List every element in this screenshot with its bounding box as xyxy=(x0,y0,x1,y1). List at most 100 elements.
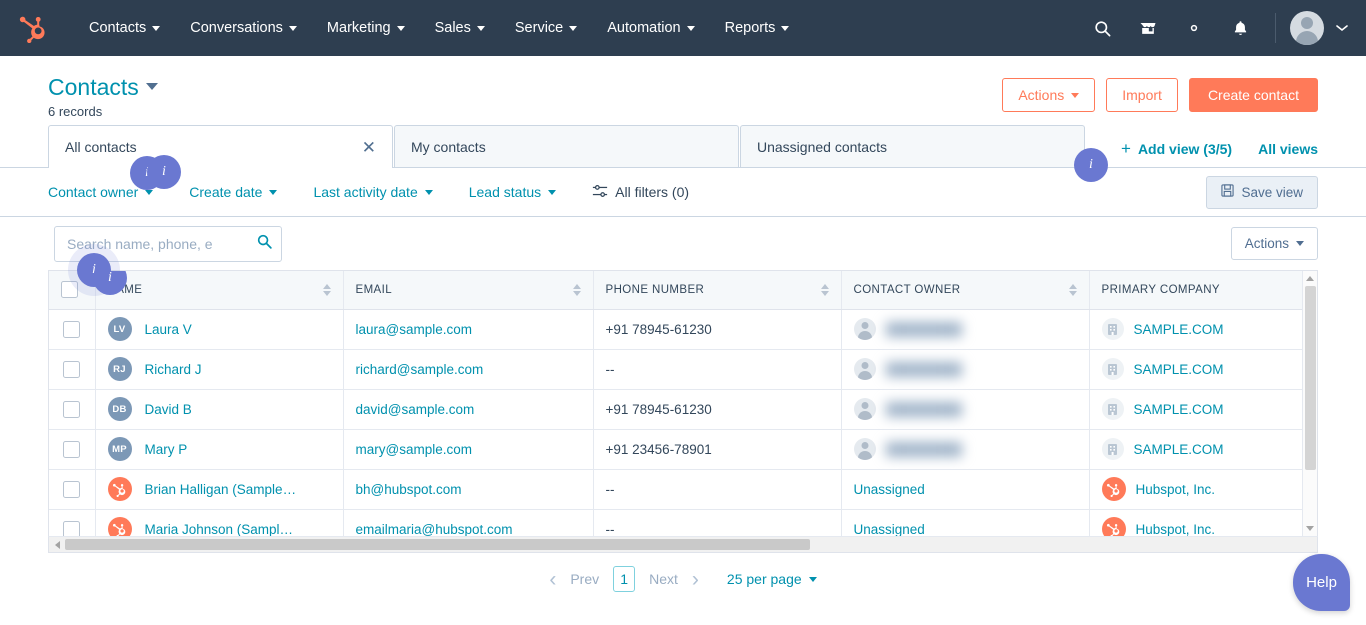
search-icon[interactable] xyxy=(1081,7,1123,49)
table-actions-button[interactable]: Actions xyxy=(1230,227,1318,260)
row-checkbox[interactable] xyxy=(63,360,81,378)
avatar-head xyxy=(1301,17,1313,29)
all-filters-button[interactable]: All filters (0) xyxy=(592,184,689,201)
actions-button[interactable]: Actions xyxy=(1002,78,1096,112)
company-link[interactable]: Hubspot, Inc. xyxy=(1136,522,1216,537)
avatar[interactable] xyxy=(1290,11,1324,45)
contact-email-link[interactable]: david@sample.com xyxy=(356,402,475,417)
table-row[interactable]: RJ Richard J richard@sample.com -- █████… xyxy=(49,349,1312,390)
column-header-phone-number[interactable]: PHONE NUMBER xyxy=(593,271,842,310)
avatar-chevron-down-icon[interactable] xyxy=(1336,19,1348,37)
table-horizontal-scrollbar[interactable] xyxy=(48,536,1318,553)
horizontal-scroll-thumb[interactable] xyxy=(65,539,810,550)
chevron-left-icon[interactable]: ‹ xyxy=(549,569,556,590)
company-link[interactable]: SAMPLE.COM xyxy=(1134,442,1224,457)
nav-item-conversations[interactable]: Conversations xyxy=(175,0,312,56)
contact-email-link[interactable]: richard@sample.com xyxy=(356,362,484,377)
row-checkbox[interactable] xyxy=(63,320,81,338)
chevron-right-icon[interactable]: › xyxy=(692,569,699,590)
hubspot-logo-icon[interactable] xyxy=(18,13,48,44)
filter-last-activity-date[interactable]: Last activity date xyxy=(313,184,433,200)
filter-label: Contact owner xyxy=(48,184,139,200)
info-badge-filters[interactable]: i xyxy=(147,155,181,189)
nav-item-reports[interactable]: Reports xyxy=(710,0,805,56)
nav-item-automation[interactable]: Automation xyxy=(592,0,709,56)
nav-item-marketing[interactable]: Marketing xyxy=(312,0,420,56)
next-page-button[interactable]: Next xyxy=(649,571,678,587)
company-link[interactable]: Hubspot, Inc. xyxy=(1136,482,1216,497)
close-icon[interactable]: ✕ xyxy=(362,139,376,156)
company-link[interactable]: SAMPLE.COM xyxy=(1134,402,1224,417)
scroll-left-arrow-icon[interactable] xyxy=(55,540,60,549)
table-row[interactable]: Maria Johnson (Sampl… emailmaria@hubspot… xyxy=(49,509,1312,537)
all-views-label: All views xyxy=(1258,140,1318,157)
nav-item-label: Sales xyxy=(434,20,471,36)
search-icon[interactable] xyxy=(256,233,273,255)
notifications-bell-icon[interactable] xyxy=(1219,7,1261,49)
view-tab-my-contacts[interactable]: My contacts xyxy=(394,125,739,167)
nav-item-contacts[interactable]: Contacts xyxy=(74,0,175,56)
row-select-cell xyxy=(49,389,96,430)
company-link[interactable]: SAMPLE.COM xyxy=(1134,322,1224,337)
per-page-selector[interactable]: 25 per page xyxy=(727,571,817,587)
info-badge-import[interactable]: i xyxy=(1074,148,1108,182)
scroll-down-arrow-icon[interactable] xyxy=(1306,526,1314,531)
column-header-primary-company[interactable]: PRIMARY COMPANY xyxy=(1089,271,1312,310)
table-row[interactable]: LV Laura V laura@sample.com +91 78945-61… xyxy=(49,309,1312,350)
nav-item-service[interactable]: Service xyxy=(500,0,592,56)
add-view-label: Add view (3/5) xyxy=(1137,140,1233,157)
page-title[interactable]: Contacts xyxy=(48,74,139,101)
sort-toggle-name[interactable] xyxy=(322,283,331,296)
prev-page-button[interactable]: Prev xyxy=(570,571,599,587)
filter-lead-status[interactable]: Lead status xyxy=(469,184,557,200)
chevron-down-icon xyxy=(569,25,578,31)
select-all-checkbox[interactable] xyxy=(61,281,78,299)
import-button[interactable]: Import xyxy=(1106,78,1178,112)
table-vertical-scrollbar[interactable] xyxy=(1302,271,1317,536)
contact-name-link[interactable]: Mary P xyxy=(142,442,188,457)
cell-owner: ████████ xyxy=(841,389,1090,430)
row-checkbox[interactable] xyxy=(63,440,81,458)
chevron-down-icon xyxy=(686,25,695,31)
contact-owner-link[interactable]: Unassigned xyxy=(854,482,925,497)
contact-name-link[interactable]: David B xyxy=(142,402,192,417)
row-checkbox[interactable] xyxy=(63,480,81,498)
contact-owner-link[interactable]: Unassigned xyxy=(854,522,925,537)
nav-right-icons xyxy=(1081,7,1350,49)
row-checkbox[interactable] xyxy=(63,400,81,418)
contact-name-link[interactable]: Richard J xyxy=(142,362,202,377)
sort-toggle-owner[interactable] xyxy=(1068,283,1077,296)
save-view-button[interactable]: Save view xyxy=(1206,175,1318,209)
scroll-up-arrow-icon[interactable] xyxy=(1306,276,1314,281)
contact-email-link[interactable]: mary@sample.com xyxy=(356,442,472,457)
table-row[interactable]: DB David B david@sample.com +91 78945-61… xyxy=(49,389,1312,430)
contact-email-link[interactable]: bh@hubspot.com xyxy=(356,482,462,497)
column-header-email[interactable]: EMAIL xyxy=(343,271,594,310)
view-tab-unassigned-contacts[interactable]: Unassigned contacts xyxy=(740,125,1085,167)
contact-email-link[interactable]: emailmaria@hubspot.com xyxy=(356,522,513,537)
table-row[interactable]: MP Mary P mary@sample.com +91 23456-7890… xyxy=(49,429,1312,470)
contact-email-link[interactable]: laura@sample.com xyxy=(356,322,473,337)
filter-create-date[interactable]: Create date xyxy=(189,184,278,200)
settings-gear-icon[interactable] xyxy=(1173,7,1215,49)
sort-toggle-email[interactable] xyxy=(572,283,581,296)
contact-name-link[interactable]: Maria Johnson (Sampl… xyxy=(142,522,294,537)
nav-item-sales[interactable]: Sales xyxy=(420,0,500,56)
view-tab-all-contacts[interactable]: All contacts ✕ xyxy=(48,125,393,168)
help-button[interactable]: Help xyxy=(1293,554,1350,611)
page-title-caret-down-icon[interactable] xyxy=(145,83,158,90)
contact-name-link[interactable]: Brian Halligan (Sample… xyxy=(142,482,297,497)
marketplace-icon[interactable] xyxy=(1127,7,1169,49)
page-number-1[interactable]: 1 xyxy=(613,566,636,592)
add-view-button[interactable]: + Add view (3/5) xyxy=(1121,140,1232,157)
sort-toggle-phone[interactable] xyxy=(820,283,829,296)
vertical-scroll-thumb[interactable] xyxy=(1305,286,1316,470)
column-header-name[interactable]: NAME xyxy=(95,271,344,310)
table-row[interactable]: Brian Halligan (Sample… bh@hubspot.com -… xyxy=(49,469,1312,510)
row-checkbox[interactable] xyxy=(63,520,81,536)
all-views-link[interactable]: All views xyxy=(1258,141,1318,157)
company-link[interactable]: SAMPLE.COM xyxy=(1134,362,1224,377)
column-header-contact-owner[interactable]: CONTACT OWNER xyxy=(841,271,1090,310)
create-contact-button[interactable]: Create contact xyxy=(1188,78,1318,112)
contact-name-link[interactable]: Laura V xyxy=(142,322,192,337)
